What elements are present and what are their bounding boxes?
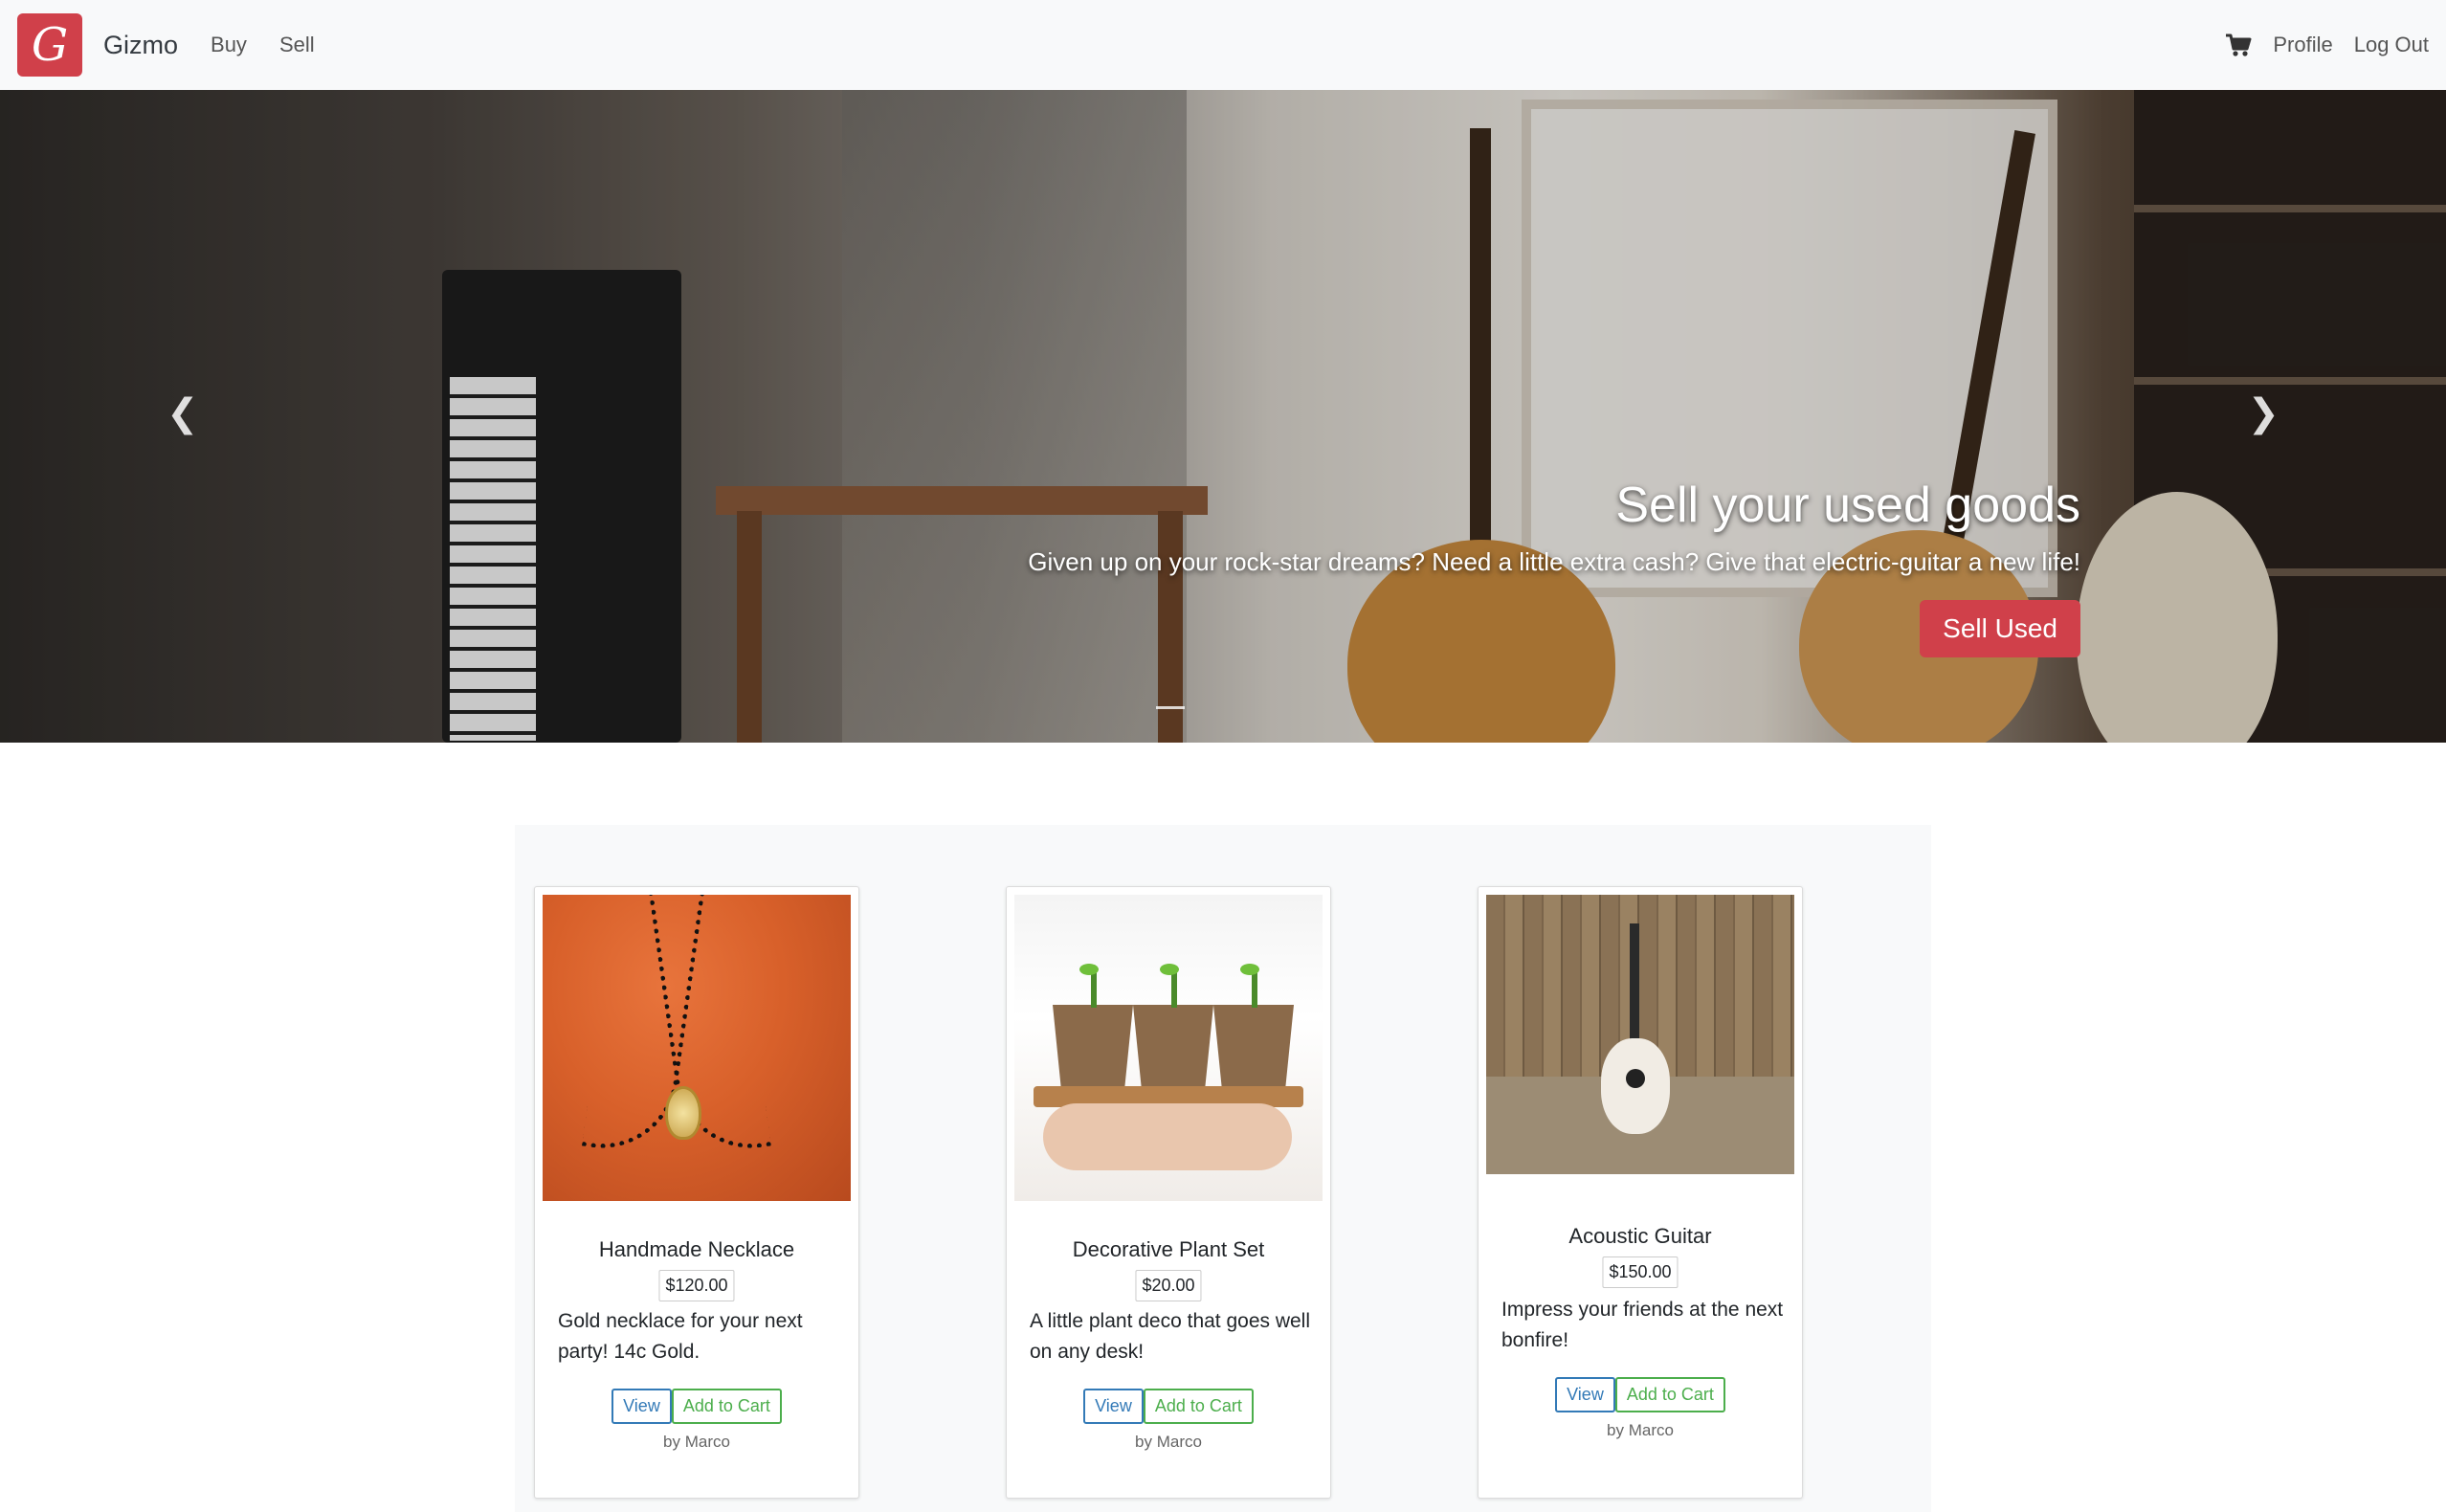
product-list: Handmade Necklace $120.00 Gold necklace … <box>515 825 1931 1512</box>
add-to-cart-button[interactable]: Add to Cart <box>1143 1389 1254 1424</box>
nav-link-profile[interactable]: Profile <box>2273 33 2332 57</box>
hero-caption: Sell your used goods Given up on your ro… <box>1028 477 2080 657</box>
plant-sprout <box>1091 969 1097 1008</box>
plant-leaf <box>1160 964 1179 975</box>
guitar-neck <box>1630 923 1639 1048</box>
nav-right: Profile Log Out <box>2225 33 2429 57</box>
hero-heading: Sell your used goods <box>1615 478 2080 533</box>
nav-link-logout[interactable]: Log Out <box>2354 33 2429 57</box>
add-to-cart-button[interactable]: Add to Cart <box>671 1389 782 1424</box>
product-seller: by Marco <box>1607 1421 1674 1439</box>
product-description: Impress your friends at the next bonfire… <box>1501 1299 1784 1351</box>
product-description: Gold necklace for your next party! 14c G… <box>558 1310 803 1363</box>
carousel-indicator[interactable] <box>1156 706 1185 709</box>
product-actions: View Add to Cart <box>1479 1377 1802 1412</box>
hero-carousel: ❮ ❯ Sell your used goods Given up on you… <box>0 90 2446 743</box>
view-button[interactable]: View <box>612 1389 672 1424</box>
product-seller: by Marco <box>663 1433 730 1451</box>
logo-letter: G <box>31 18 69 72</box>
product-card: Decorative Plant Set $20.00 A little pla… <box>1006 886 1331 1499</box>
nav-link-sell[interactable]: Sell <box>279 33 315 57</box>
cart-icon[interactable] <box>2225 33 2252 57</box>
product-image[interactable] <box>543 895 851 1201</box>
view-button[interactable]: View <box>1555 1377 1615 1412</box>
logo[interactable]: G <box>17 13 82 77</box>
necklace-pendant <box>665 1086 701 1140</box>
navbar: G Gizmo Buy Sell Profile Log Out <box>0 0 2446 90</box>
chevron-right-icon[interactable]: ❯ <box>2247 394 2279 433</box>
product-price: $120.00 <box>658 1270 735 1301</box>
product-card: Acoustic Guitar $150.00 Impress your fri… <box>1478 886 1803 1499</box>
plant-hands <box>1043 1103 1292 1170</box>
plant-sprout <box>1252 969 1257 1008</box>
product-card: Handmade Necklace $120.00 Gold necklace … <box>534 886 859 1499</box>
product-title: Acoustic Guitar <box>1568 1224 1712 1248</box>
product-title: Decorative Plant Set <box>1072 1237 1265 1261</box>
hero-subheading: Given up on your rock-star dreams? Need … <box>1028 547 2080 576</box>
nav-link-buy[interactable]: Buy <box>211 33 247 57</box>
product-price: $150.00 <box>1602 1256 1679 1288</box>
guitar-soundhole <box>1626 1069 1645 1088</box>
product-actions: View Add to Cart <box>535 1389 858 1424</box>
brand-name[interactable]: Gizmo <box>103 31 178 60</box>
product-title: Handmade Necklace <box>598 1237 795 1261</box>
product-image[interactable] <box>1486 895 1794 1174</box>
sell-used-button[interactable]: Sell Used <box>1920 600 2080 657</box>
plant-leaf <box>1079 964 1099 975</box>
plant-sprout <box>1171 969 1177 1008</box>
product-actions: View Add to Cart <box>1007 1389 1330 1424</box>
product-price: $20.00 <box>1135 1270 1202 1301</box>
chevron-left-icon[interactable]: ❮ <box>167 394 199 433</box>
view-button[interactable]: View <box>1083 1389 1144 1424</box>
product-image[interactable] <box>1014 895 1323 1201</box>
product-seller: by Marco <box>1135 1433 1202 1451</box>
product-description: A little plant deco that goes well on an… <box>1030 1310 1311 1363</box>
add-to-cart-button[interactable]: Add to Cart <box>1614 1377 1725 1412</box>
plant-leaf <box>1240 964 1259 975</box>
